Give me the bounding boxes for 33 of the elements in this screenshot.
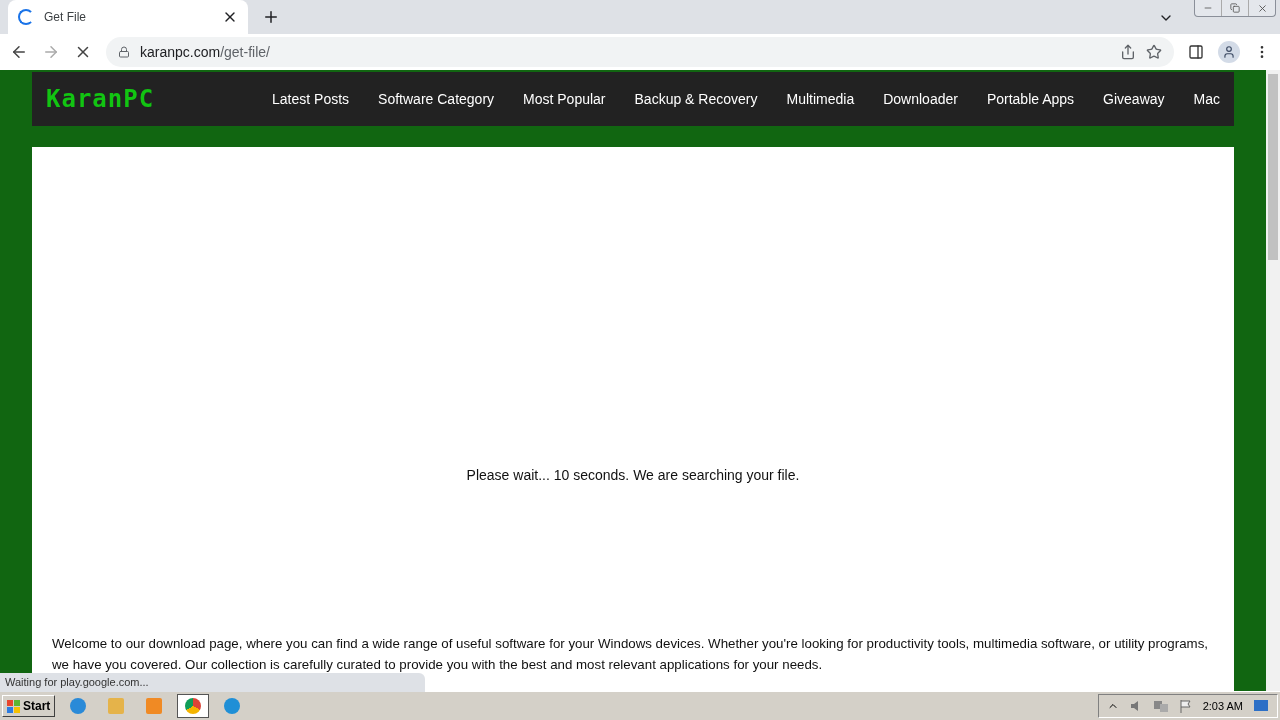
scrollbar-thumb[interactable] (1268, 74, 1278, 260)
scrollbar[interactable] (1266, 70, 1280, 691)
browser-tab[interactable]: Get File (8, 0, 248, 34)
nav-link[interactable]: Backup & Recovery (634, 91, 758, 107)
flag-icon[interactable] (1178, 699, 1193, 713)
new-tab-icon[interactable] (262, 8, 280, 26)
status-bubble: Waiting for play.google.com... (0, 673, 425, 692)
nav-link[interactable]: Most Popular (523, 91, 606, 107)
wait-message: Please wait... 10 seconds. We are searching your file. (465, 467, 801, 483)
windows-logo-icon (7, 699, 20, 713)
nav-link[interactable]: Giveaway (1103, 91, 1165, 107)
address-bar[interactable]: karanpc.com/get-file/ (106, 37, 1174, 67)
profile-icon[interactable] (1218, 41, 1240, 63)
tab-title: Get File (44, 10, 87, 24)
nav-link[interactable]: Downloader (883, 91, 958, 107)
url-text: karanpc.com/get-file/ (140, 44, 270, 60)
lock-icon (118, 46, 130, 58)
star-icon[interactable] (1146, 44, 1162, 60)
side-panel-icon[interactable] (1188, 44, 1204, 60)
network-icon[interactable] (1152, 699, 1169, 713)
clock: 2:03 AM (1202, 700, 1243, 712)
back-icon[interactable] (10, 43, 28, 61)
nav-link[interactable]: Portable Apps (986, 91, 1075, 107)
site-logo[interactable]: KaranPC (46, 85, 155, 113)
intro-paragraph: Welcome to our download page, where you can find a wide range of useful software for your Windows devices. Whether you're looking for productivity tools, multimedia software, or utility programs, we have you covered. Our collection is carefully curated to provide you with the best and most relevant applications for your needs. (52, 635, 1209, 674)
nav-link[interactable]: Latest Posts (272, 91, 350, 107)
nav-link[interactable]: Multimedia (786, 91, 855, 107)
forward-icon[interactable] (42, 43, 60, 61)
nav-link[interactable]: Mac (1193, 91, 1220, 107)
share-icon[interactable] (1120, 44, 1136, 60)
show-desktop-icon[interactable] (1253, 699, 1269, 713)
start-button[interactable]: Start (2, 695, 56, 717)
nav-link[interactable]: Software Category (378, 91, 495, 107)
